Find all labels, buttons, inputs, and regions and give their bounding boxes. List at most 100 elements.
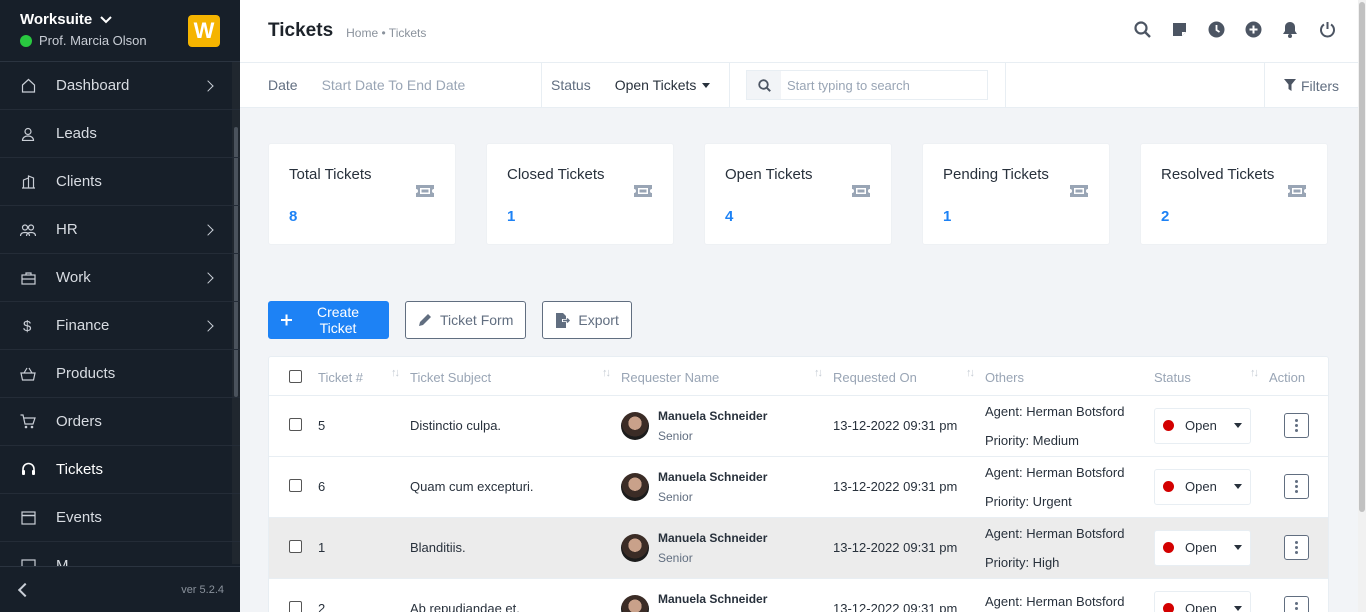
requested-on: 13-12-2022 09:31 pm xyxy=(833,395,985,457)
filters-button[interactable]: Filters xyxy=(1264,63,1358,108)
page-scrollbar[interactable] xyxy=(1358,0,1366,612)
row-checkbox[interactable] xyxy=(289,600,302,612)
filter-bar: Date Start Date To End Date Status Open … xyxy=(240,62,1358,108)
status-dropdown[interactable]: Open xyxy=(1154,590,1251,612)
ticket-icon xyxy=(1287,184,1307,200)
requester-name: Manuela Schneider xyxy=(658,408,768,423)
caret-down-icon xyxy=(1234,606,1242,611)
stat-card-title: Total Tickets xyxy=(289,166,372,183)
more-actions-button[interactable] xyxy=(1284,596,1309,612)
breadcrumb[interactable]: Home • Tickets xyxy=(346,26,426,40)
stat-card-value[interactable]: 2 xyxy=(1161,208,1307,225)
funnel-icon xyxy=(1283,79,1296,91)
ticket-number[interactable]: 5 xyxy=(318,395,410,457)
column-header-others: Others xyxy=(985,357,1154,396)
caret-down-icon xyxy=(702,82,711,88)
status-dropdown[interactable]: Open xyxy=(1154,529,1251,566)
sidebar-item-label: Clients xyxy=(56,173,102,190)
clock-icon[interactable] xyxy=(1207,20,1225,38)
bell-icon[interactable] xyxy=(1281,20,1299,38)
status-dot-icon xyxy=(1163,420,1174,431)
power-icon[interactable] xyxy=(1318,20,1336,38)
requester[interactable]: Manuela SchneiderSenior xyxy=(621,531,833,565)
requester[interactable]: Manuela SchneiderSenior xyxy=(621,409,833,443)
stat-card-value[interactable]: 1 xyxy=(943,208,1089,225)
sort-icon[interactable]: ↑↓ xyxy=(1250,367,1259,379)
sidebar-footer: ver 5.2.4 xyxy=(0,566,240,612)
sort-icon[interactable]: ↑↓ xyxy=(814,367,823,379)
sidebar-item-label: HR xyxy=(56,221,78,238)
column-header-status[interactable]: Status ↑↓ xyxy=(1154,357,1269,396)
requester[interactable]: Manuela SchneiderSenior xyxy=(621,470,833,504)
ticket-form-button[interactable]: Ticket Form xyxy=(405,301,527,339)
table-row[interactable]: 2Ab repudiandae et.Manuela SchneiderSeni… xyxy=(269,578,1328,612)
sidebar-item-orders[interactable]: Orders xyxy=(0,398,240,446)
select-all-checkbox[interactable] xyxy=(289,369,302,383)
row-checkbox[interactable] xyxy=(289,539,302,553)
column-header-subject[interactable]: Ticket Subject ↑↓ xyxy=(410,357,621,396)
ticket-subject[interactable]: Blanditiis. xyxy=(410,517,621,579)
export-button[interactable]: Export xyxy=(542,301,632,339)
column-header-action: Action xyxy=(1269,357,1328,396)
table-row[interactable]: 5 Distinctio culpa. Manuela Schneider Senio… xyxy=(269,395,1328,457)
more-actions-button[interactable] xyxy=(1284,474,1309,499)
sidebar-item-events[interactable]: Events xyxy=(0,494,240,542)
sidebar-item-dashboard[interactable]: Dashboard xyxy=(0,62,240,110)
sidebar-item-work[interactable]: Work xyxy=(0,254,240,302)
stat-card-title: Open Tickets xyxy=(725,166,813,183)
ticket-icon xyxy=(851,184,871,200)
row-checkbox[interactable] xyxy=(289,417,302,431)
ticket-subject[interactable]: Ab repudiandae et. xyxy=(410,578,621,612)
sidebar-nav: Dashboard Leads Clients HR Work $ Finance Produ… xyxy=(0,62,240,590)
sort-icon[interactable]: ↑↓ xyxy=(966,367,975,379)
sidebar-item-tickets[interactable]: Tickets xyxy=(0,446,240,494)
more-actions-button[interactable] xyxy=(1284,413,1309,438)
sticky-note-icon[interactable] xyxy=(1170,20,1188,38)
date-range-input[interactable]: Start Date To End Date xyxy=(322,77,466,93)
sidebar-item-products[interactable]: Products xyxy=(0,350,240,398)
sidebar-item-leads[interactable]: Leads xyxy=(0,110,240,158)
chevron-down-icon[interactable] xyxy=(100,15,112,24)
export-label: Export xyxy=(578,312,619,328)
column-header-requester[interactable]: Requester Name ↑↓ xyxy=(621,357,833,396)
chevron-right-icon xyxy=(202,223,214,236)
column-header-requested-on[interactable]: Requested On ↑↓ xyxy=(833,357,985,396)
ticket-number[interactable]: 1 xyxy=(318,517,410,579)
search-input[interactable] xyxy=(781,71,981,99)
table-row[interactable]: 1 Blanditiis. Manuela Schneider Senior 13-12… xyxy=(269,517,1328,579)
sidebar-item-label: Finance xyxy=(56,317,110,334)
status-dot-icon xyxy=(1163,603,1174,612)
sidebar-item-hr[interactable]: HR xyxy=(0,206,240,254)
sidebar-item-label: Work xyxy=(56,269,91,286)
more-actions-button[interactable] xyxy=(1284,535,1309,560)
sidebar-item-finance[interactable]: $ Finance xyxy=(0,302,240,350)
stat-card-value[interactable]: 8 xyxy=(289,208,435,225)
caret-down-icon xyxy=(1234,545,1242,550)
requester[interactable]: Manuela SchneiderSenior xyxy=(621,592,833,612)
row-checkbox[interactable] xyxy=(289,478,302,492)
ticket-subject[interactable]: Quam cum excepturi. xyxy=(410,456,621,518)
app-logo[interactable]: W xyxy=(188,15,220,47)
ticket-subject[interactable]: Distinctio culpa. xyxy=(410,395,621,457)
sidebar-item-clients[interactable]: Clients xyxy=(0,158,240,206)
date-filter[interactable]: Date Start Date To End Date xyxy=(240,62,542,108)
sort-icon[interactable]: ↑↓ xyxy=(602,367,611,379)
priority: Priority: High xyxy=(985,554,1060,570)
status-select[interactable]: Open Tickets xyxy=(615,77,711,93)
ticket-number[interactable]: 6 xyxy=(318,456,410,518)
brand-header[interactable]: Worksuite Prof. Marcia Olson W xyxy=(0,0,240,62)
ticket-number[interactable]: 2 xyxy=(318,578,410,612)
status-dropdown[interactable]: Open xyxy=(1154,407,1251,444)
page-title: Tickets xyxy=(268,20,334,41)
sort-icon[interactable]: ↑↓ xyxy=(391,367,400,379)
column-header-ticket-number[interactable]: Ticket # ↑↓ xyxy=(318,357,410,396)
plus-circle-icon[interactable] xyxy=(1244,20,1262,38)
status-dropdown[interactable]: Open xyxy=(1154,468,1251,505)
table-row[interactable]: 6 Quam cum excepturi. Manuela Schneider Sen… xyxy=(269,456,1328,518)
stat-card-value[interactable]: 1 xyxy=(507,208,653,225)
page-scroll-thumb[interactable] xyxy=(1359,2,1365,512)
create-ticket-button[interactable]: Create Ticket xyxy=(268,301,389,339)
search-icon[interactable] xyxy=(1133,20,1151,38)
stat-card-value[interactable]: 4 xyxy=(725,208,871,225)
collapse-sidebar-icon[interactable] xyxy=(17,582,33,597)
